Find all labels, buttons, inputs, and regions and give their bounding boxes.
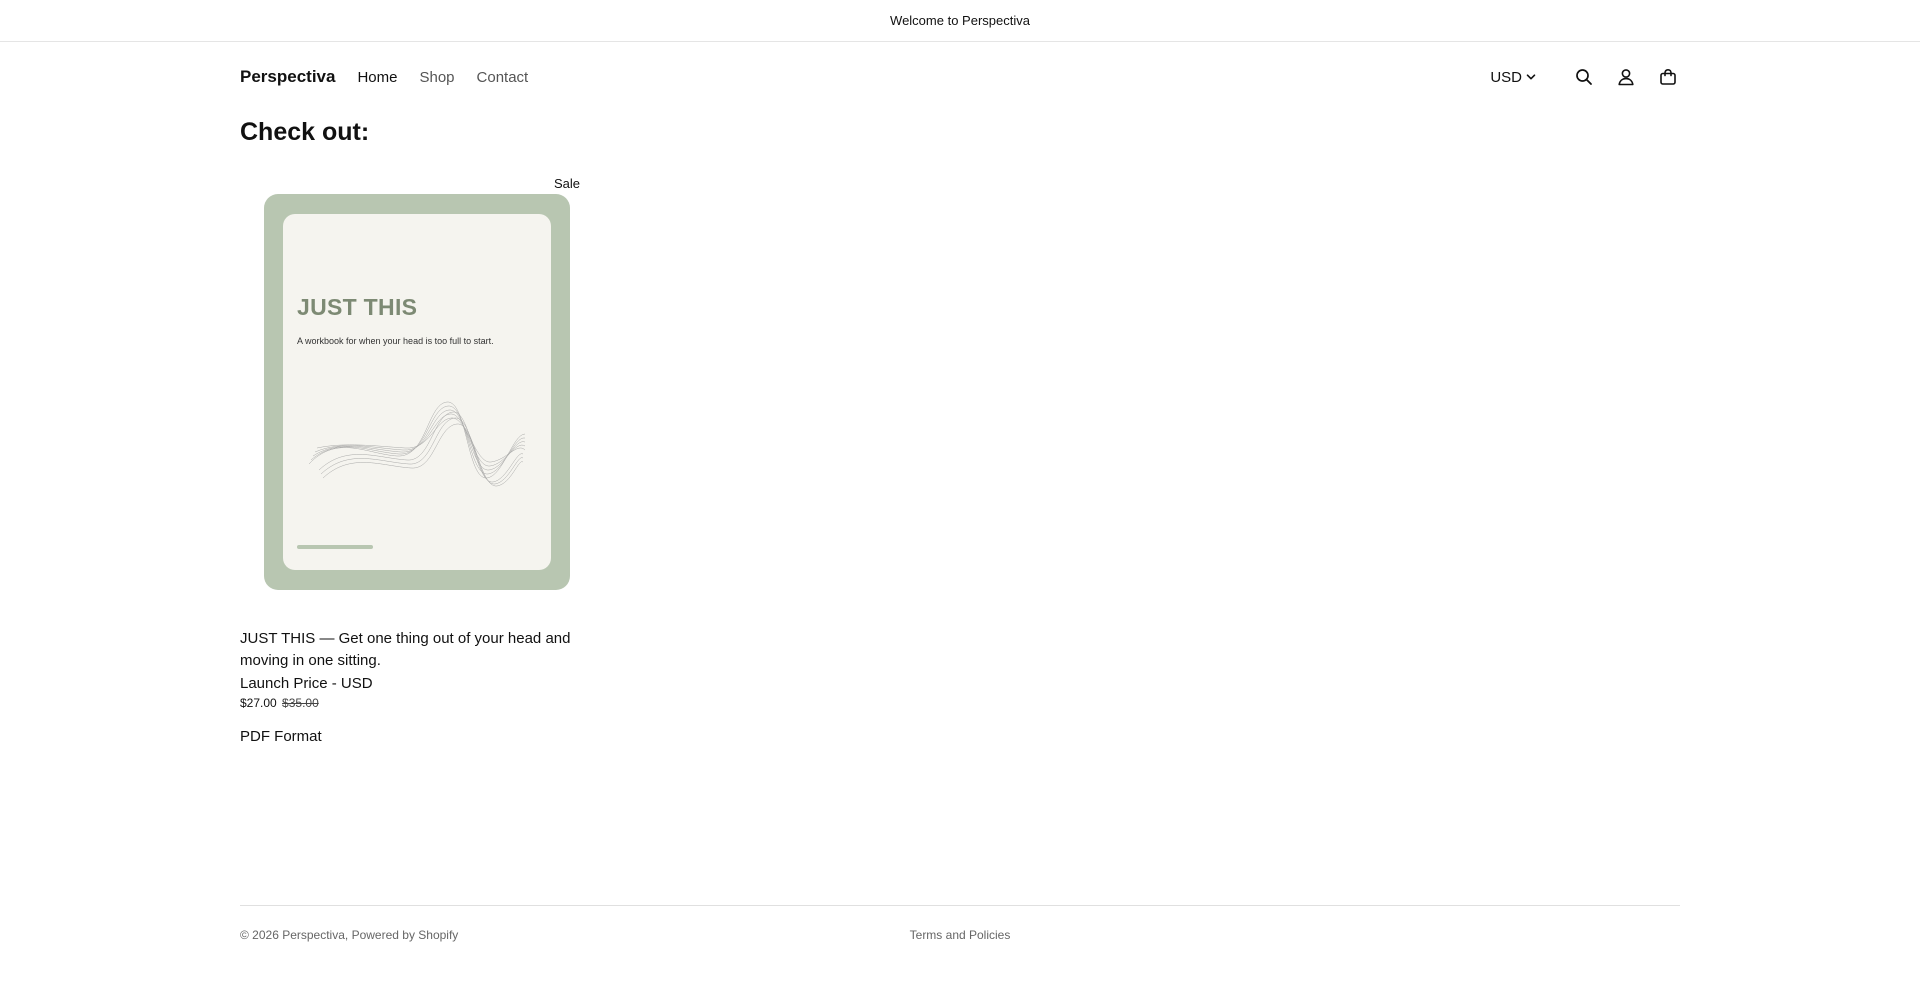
cover-rule bbox=[297, 545, 373, 549]
announcement-text: Welcome to Perspectiva bbox=[890, 13, 1030, 28]
product-format-label: PDF Format bbox=[240, 728, 322, 745]
currency-label: USD bbox=[1490, 68, 1522, 86]
product-card: JUST THIS A workbook for when your head … bbox=[240, 174, 580, 745]
shopping-bag-icon bbox=[1660, 68, 1676, 85]
brand-logo[interactable]: Perspectiva bbox=[240, 67, 335, 87]
terms-policies-link[interactable]: Terms and Policies bbox=[910, 928, 1011, 942]
site-header: Perspectiva Home Shop Contact USD bbox=[240, 42, 1680, 112]
user-icon bbox=[1618, 69, 1634, 86]
footer-copyright: © 2026 Perspectiva, Powered by Shopify bbox=[240, 928, 459, 942]
cover-title: JUST THIS bbox=[297, 294, 418, 320]
footer-divider bbox=[240, 905, 1680, 906]
compare-at-price: $35.00 bbox=[282, 696, 319, 710]
product-cover-frame: JUST THIS A workbook for when your head … bbox=[264, 194, 570, 590]
currency-selector[interactable]: USD bbox=[1490, 69, 1536, 86]
search-icon bbox=[1576, 69, 1592, 85]
product-image[interactable]: JUST THIS A workbook for when your head … bbox=[240, 174, 580, 608]
product-variant-label: Launch Price - USD bbox=[240, 675, 373, 692]
wave-illustration-icon bbox=[308, 401, 526, 487]
cover-subtitle: A workbook for when your head is too ful… bbox=[297, 336, 494, 346]
account-button[interactable] bbox=[1614, 65, 1638, 89]
chevron-down-icon bbox=[1526, 74, 1536, 80]
main-nav: Home Shop Contact bbox=[357, 69, 528, 86]
sale-price: $27.00 bbox=[240, 696, 277, 710]
nav-contact-link[interactable]: Contact bbox=[477, 69, 529, 86]
cart-button[interactable] bbox=[1656, 65, 1680, 89]
nav-home-link[interactable]: Home bbox=[357, 69, 397, 86]
product-title-link[interactable]: JUST THIS — Get one thing out of your he… bbox=[240, 628, 580, 672]
product-cover-page: JUST THIS A workbook for when your head … bbox=[283, 214, 551, 570]
header-actions: USD bbox=[1490, 42, 1680, 112]
announcement-bar: Welcome to Perspectiva bbox=[0, 0, 1920, 42]
search-button[interactable] bbox=[1572, 65, 1596, 89]
nav-shop-link[interactable]: Shop bbox=[419, 69, 454, 86]
price-row: $27.00 $35.00 bbox=[240, 694, 580, 712]
page-title: Check out: bbox=[240, 118, 370, 146]
sale-badge: Sale bbox=[547, 174, 580, 193]
